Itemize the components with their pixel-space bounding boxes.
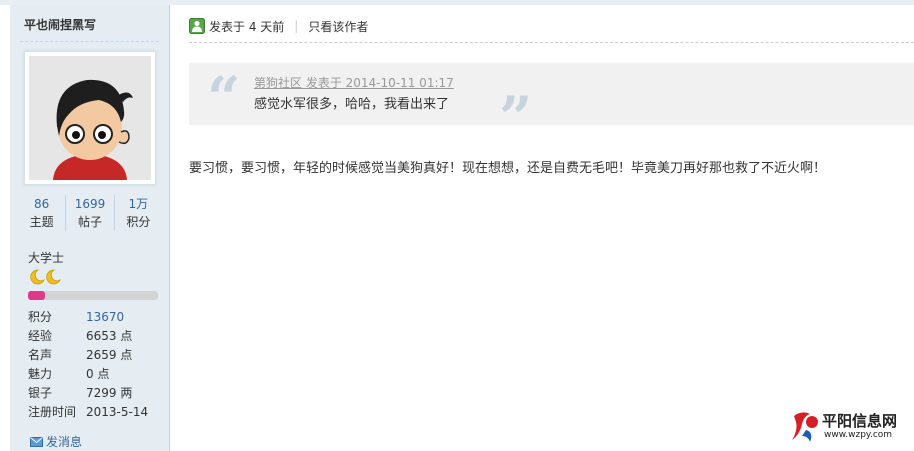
stat-label: 积分 xyxy=(126,215,151,229)
info-key: 经验 xyxy=(28,329,53,343)
stat-value: 1万 xyxy=(128,197,149,211)
info-key: 名声 xyxy=(28,348,53,362)
rank-progress-fill xyxy=(28,291,45,300)
post-header: 发表于 4 天前 | 只看该作者 xyxy=(189,15,368,37)
user-info-list: 积分 13670 经验 6653 点 名声 2659 点 魅力 0 点 银子 7… xyxy=(28,308,148,422)
info-row: 积分 13670 xyxy=(28,308,148,327)
stat-label: 主题 xyxy=(29,215,54,229)
info-value: 0 点 xyxy=(86,367,110,381)
post-body: 要习惯，要习惯，年轻的时候感觉当美狗真好！现在想想，还是自费无毛吧！毕竟美刀再好… xyxy=(189,161,827,176)
info-value[interactable]: 13670 xyxy=(86,308,124,327)
quote-text: 感觉水军很多，哈哈，我看出来了 xyxy=(254,97,450,112)
info-row: 名声 2659 点 xyxy=(28,346,148,365)
close-quote-icon: ” xyxy=(499,84,533,152)
info-value: 2013-5-14 xyxy=(86,405,149,419)
stat-value: 1699 xyxy=(74,197,106,211)
info-value: 7299 两 xyxy=(86,386,133,400)
info-row: 银子 7299 两 xyxy=(28,384,148,403)
user-stats: 86 主题 1699 帖子 1万 积分 xyxy=(18,195,162,231)
stat-posts[interactable]: 1699 帖子 xyxy=(65,195,113,231)
site-logo-icon xyxy=(792,412,818,442)
watermark-url: www.wzpy.com xyxy=(824,430,893,440)
separator: | xyxy=(294,19,299,33)
info-row: 经验 6653 点 xyxy=(28,327,148,346)
avatar[interactable] xyxy=(24,51,156,185)
rank-progress-bar xyxy=(28,291,158,300)
site-watermark: 平阳信息网 www.wzpy.com xyxy=(788,408,908,444)
author-sidebar: 平也闹捏黑写 86 主题 1699 帖子 1万 积分 大学士 积分 13670 … xyxy=(10,5,170,451)
moon-rank-icon xyxy=(30,269,61,285)
info-value: 6653 点 xyxy=(86,329,133,343)
online-status-icon xyxy=(189,18,205,34)
author-name[interactable]: 平也闹捏黑写 xyxy=(24,16,96,33)
info-key: 魅力 xyxy=(28,367,53,381)
send-message-link[interactable]: 发消息 xyxy=(30,433,82,450)
quote-block: “ 第狗社区 发表于 2014-10-11 01:17 感觉水军很多，哈哈，我看… xyxy=(189,63,914,147)
info-key: 银子 xyxy=(28,386,53,400)
stat-label: 帖子 xyxy=(77,215,102,229)
info-row: 注册时间 2013-5-14 xyxy=(28,403,148,422)
post-time: 发表于 4 天前 xyxy=(209,19,285,34)
only-author-link[interactable]: 只看该作者 xyxy=(308,18,368,35)
send-message-label: 发消息 xyxy=(46,435,83,449)
info-key: 注册时间 xyxy=(28,405,77,419)
quote-source-link[interactable]: 第狗社区 发表于 2014-10-11 01:17 xyxy=(254,74,454,91)
open-quote-icon: “ xyxy=(207,64,241,132)
info-value: 2659 点 xyxy=(86,348,133,362)
stat-credits[interactable]: 1万 积分 xyxy=(113,195,162,231)
info-key: 积分 xyxy=(28,310,53,324)
avatar-image xyxy=(29,56,151,180)
rank-title: 大学士 xyxy=(28,251,65,265)
post-content: 发表于 4 天前 | 只看该作者 “ 第狗社区 发表于 2014-10-11 0… xyxy=(171,5,914,451)
info-row: 魅力 0 点 xyxy=(28,365,148,384)
stat-topics[interactable]: 86 主题 xyxy=(18,195,65,231)
watermark-name: 平阳信息网 xyxy=(822,412,898,430)
envelope-icon xyxy=(30,436,43,447)
stat-value: 86 xyxy=(34,197,50,211)
divider xyxy=(189,42,914,43)
divider xyxy=(20,41,159,42)
